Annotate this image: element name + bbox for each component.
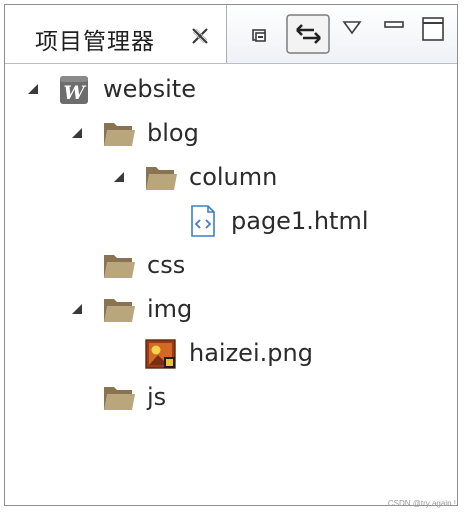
minimize-icon [384,21,404,28]
link-with-editor-icon [286,14,330,54]
open-folder-icon [104,123,135,146]
close-icon[interactable] [191,27,209,45]
expanded-arrow-icon[interactable] [71,127,83,139]
tree-item-haizei-png[interactable]: haizei.png [5,333,385,373]
image-file-icon [145,339,176,369]
tree-item-label: haizei.png [189,339,313,367]
tree-item-label: blog [147,119,199,147]
maximize-icon [422,17,444,41]
open-folder-icon [104,299,135,322]
tree-item-website[interactable]: W website [5,69,305,109]
web-project-icon: W [60,76,88,104]
tree-item-label: website [103,75,196,103]
expanded-arrow-icon[interactable] [113,171,125,183]
tree-item-blog[interactable]: blog [5,113,305,153]
minimize-button[interactable] [379,5,409,63]
tree-item-label: js [147,383,167,411]
tree-item-label: css [147,251,186,279]
tab-title: 项目管理器 [35,29,155,55]
view-menu-icon [342,21,362,35]
project-explorer-tab[interactable]: 项目管理器 [5,5,227,63]
tree-item-label: column [189,163,278,191]
tree-item-label: img [147,295,193,323]
watermark-text: CSDN @try again ! [387,499,456,508]
view-tab-bar: 项目管理器 [5,5,457,64]
collapse-all-button[interactable] [245,5,275,63]
tree-item-column[interactable]: column [5,157,325,197]
expanded-arrow-icon[interactable] [71,303,83,315]
folder-icon [104,255,135,278]
view-menu-button[interactable] [339,5,367,63]
tree-item-js[interactable]: js [5,377,305,417]
project-tree: W website blog column page1.html css img… [5,63,457,505]
folder-icon [104,387,135,410]
html-file-icon [191,205,215,237]
maximize-button[interactable] [417,5,451,63]
link-with-editor-button[interactable] [284,5,334,63]
project-explorer-panel: 项目管理器 W website blog column page1.html c… [4,4,458,506]
tree-item-css[interactable]: css [5,245,305,285]
collapse-all-icon [252,29,266,42]
tree-item-img[interactable]: img [5,289,305,329]
open-folder-icon [146,167,177,190]
tree-item-label: page1.html [231,207,369,235]
tree-item-page1-html[interactable]: page1.html [5,201,405,241]
expanded-arrow-icon[interactable] [27,83,39,95]
svg-text:W: W [63,82,86,104]
